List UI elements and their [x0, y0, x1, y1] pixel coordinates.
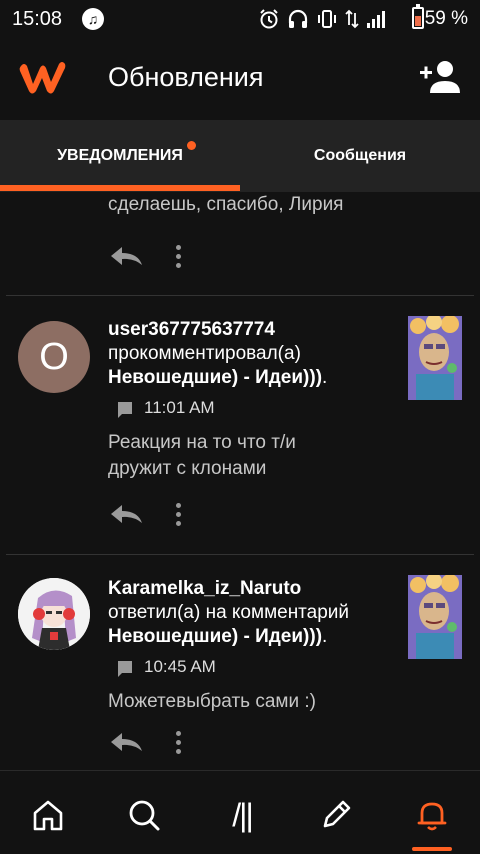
more-options-icon[interactable] — [176, 502, 182, 526]
nav-write[interactable] — [312, 795, 360, 835]
nav-library[interactable]: /|| — [218, 795, 266, 835]
nav-notifications[interactable] — [408, 795, 456, 835]
active-tab-indicator — [0, 185, 240, 191]
notifications-feed[interactable]: сделаешь, спасибо, Лирия О user367775637… — [0, 192, 480, 770]
battery-percent: 59 % — [424, 8, 468, 29]
comment-text-line2: дружит с клонами — [108, 458, 267, 479]
list-item[interactable]: О user367775637774 прокомментировал(а) Н… — [0, 296, 480, 555]
status-icons — [258, 7, 388, 31]
music-app-icon: ♫ — [82, 8, 104, 30]
story-title[interactable]: Невошедшие) - Идеи))) — [108, 367, 322, 388]
timestamp: 11:01 AM — [144, 398, 215, 417]
headphones-icon — [288, 9, 308, 28]
avatar[interactable]: О — [18, 321, 90, 393]
add-user-icon[interactable] — [418, 60, 460, 94]
story-title[interactable]: Невошедшие) - Идеи))) — [108, 626, 322, 647]
alarm-icon — [260, 9, 278, 29]
wattpad-w-icon[interactable] — [18, 58, 68, 98]
nav-home[interactable] — [24, 795, 72, 835]
comment-text: сделаешь, спасибо, Лирия — [108, 194, 344, 215]
battery-icon — [412, 4, 424, 29]
list-item: сделаешь, спасибо, Лирия — [0, 192, 480, 296]
comment-icon — [118, 402, 132, 418]
search-icon — [129, 800, 160, 831]
notification-badge — [187, 141, 196, 150]
active-nav-indicator — [412, 847, 452, 851]
action-row — [108, 502, 182, 526]
signal-icon — [367, 11, 385, 28]
reply-icon[interactable] — [108, 502, 144, 526]
avatar-image — [18, 578, 90, 650]
pencil-icon — [323, 800, 351, 828]
bottom-navigation: /|| — [0, 770, 480, 854]
timestamp: 10:45 AM — [144, 657, 216, 676]
story-suffix: . — [322, 367, 328, 388]
tab-messages-label: Сообщения — [313, 147, 407, 164]
nav-search[interactable] — [120, 795, 168, 835]
username[interactable]: user367775637774 — [108, 318, 398, 342]
tab-notifications-label: УВЕДОМЛЕНИЯ — [57, 147, 183, 164]
home-icon — [33, 800, 63, 831]
more-options-icon[interactable] — [176, 730, 182, 754]
comment-icon — [118, 661, 132, 677]
action-text: ответил(а) на комментарий — [108, 602, 350, 623]
more-options-icon[interactable] — [176, 244, 182, 268]
library-icon: /|| — [232, 796, 253, 833]
reply-icon[interactable] — [108, 244, 144, 268]
comment-text-line1: Реакция на то что т/и — [108, 432, 296, 453]
avatar[interactable] — [18, 578, 90, 650]
action-row — [108, 244, 182, 268]
app-bar: Обновления — [0, 38, 480, 120]
tab-messages[interactable]: Сообщения — [240, 120, 480, 192]
status-bar: 15:08 ♫ 59 % — [0, 0, 480, 38]
page-title: Обновления — [108, 62, 264, 92]
story-cover-thumbnail[interactable] — [408, 316, 462, 400]
data-arrows-icon — [345, 9, 359, 29]
vibrate-icon — [318, 10, 336, 28]
story-cover-thumbnail[interactable] — [408, 575, 462, 659]
status-time: 15:08 — [12, 8, 63, 30]
bell-icon — [417, 802, 447, 831]
list-item[interactable]: Karamelka_iz_Naruto ответил(а) на коммен… — [0, 555, 480, 770]
username[interactable]: Karamelka_iz_Naruto — [108, 577, 398, 601]
action-text: прокомментировал(а) — [108, 343, 301, 364]
tabs: УВЕДОМЛЕНИЯ Сообщения — [0, 120, 480, 192]
action-row — [108, 730, 182, 754]
reply-icon[interactable] — [108, 730, 144, 754]
tab-notifications[interactable]: УВЕДОМЛЕНИЯ — [0, 120, 240, 192]
avatar-letter: О — [39, 335, 69, 378]
comment-text-line1: Можетевыбрать сами :) — [108, 691, 316, 712]
story-suffix: . — [322, 626, 328, 647]
